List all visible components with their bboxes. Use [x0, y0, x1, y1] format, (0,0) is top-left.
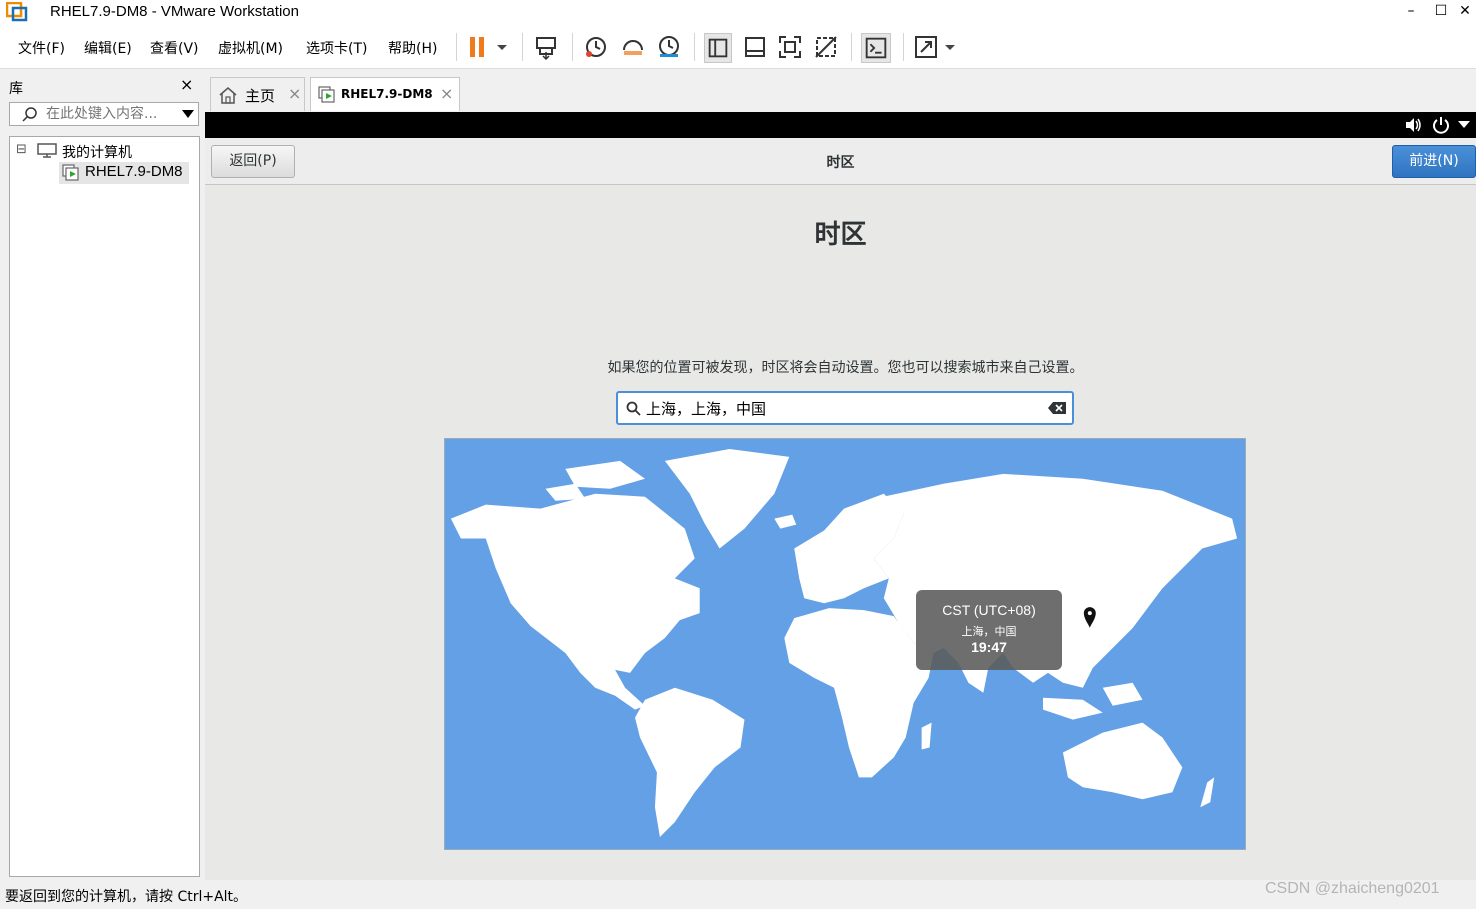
toolbar-separator [522, 33, 523, 61]
tab-vm[interactable]: RHEL7.9-DM8 × [310, 77, 460, 111]
revert-snapshot-icon[interactable] [620, 34, 646, 60]
tab-home-close-icon[interactable]: × [288, 84, 301, 103]
menu-view[interactable]: 查看(V) [150, 38, 199, 58]
toolbar-separator [851, 33, 852, 61]
chevron-down-icon[interactable] [182, 110, 194, 118]
pause-dropdown-icon[interactable] [494, 34, 510, 60]
library-panel: 库 × ⊟ 我的计算机 RHEL7.9-DM8 [0, 72, 203, 880]
header-title: 时区 [826, 155, 855, 171]
library-title: 库 [9, 81, 23, 97]
menu-help[interactable]: 帮助(H) [388, 38, 437, 58]
window-title: RHEL7.9-DM8 - VMware Workstation [50, 3, 299, 20]
menu-toolbar-bar: 文件(F) 编辑(E) 查看(V) 虚拟机(M) 选项卡(T) 帮助(H) [0, 25, 1476, 69]
timezone-tooltip: CST (UTC+08) 上海，中国 19:47 [916, 590, 1062, 670]
volume-icon[interactable] [1404, 117, 1422, 133]
tree-item-vm-label: RHEL7.9-DM8 [85, 163, 183, 180]
vmware-logo-icon [6, 2, 28, 22]
toolbar-separator [572, 33, 573, 61]
library-search-box[interactable] [9, 102, 199, 126]
tab-bar: 主页 × RHEL7.9-DM8 × [205, 72, 1476, 112]
search-icon [626, 401, 641, 416]
pause-icon[interactable] [466, 34, 492, 60]
menu-file[interactable]: 文件(F) [18, 38, 65, 58]
stretch-dropdown-icon[interactable] [942, 34, 958, 60]
status-bar: 要返回到您的计算机，请按 Ctrl+Alt。 CSDN @zhaicheng02… [0, 880, 1476, 909]
tooltip-time: 19:47 [971, 639, 1007, 655]
world-map[interactable] [444, 438, 1246, 850]
tab-home-label: 主页 [245, 87, 276, 105]
unity-icon[interactable] [813, 34, 839, 60]
library-close-button[interactable]: × [180, 75, 193, 94]
tree-item-vm-selected[interactable]: RHEL7.9-DM8 [59, 162, 189, 184]
page-title: 时区 [814, 220, 867, 250]
vm-running-icon [318, 86, 335, 103]
title-bar: RHEL7.9-DM8 - VMware Workstation – ☐ ✕ [0, 0, 1476, 25]
toolbar-separator [903, 33, 904, 61]
library-search-input[interactable] [46, 105, 172, 123]
close-window-button[interactable]: ✕ [1450, 0, 1476, 25]
console-icon[interactable] [861, 33, 891, 63]
tab-vm-close-icon[interactable]: × [440, 84, 453, 103]
snapshot-manager-icon[interactable] [656, 34, 682, 60]
search-icon [22, 107, 37, 122]
tree-expander-icon[interactable]: ⊟ [16, 142, 27, 157]
vm-screen: 返回(P) 时区 前进(N) 时区 如果您的位置可被发现，时区将会自动设置。您也… [205, 138, 1476, 880]
send-keys-icon[interactable] [533, 34, 559, 60]
library-tree: ⊟ 我的计算机 RHEL7.9-DM8 [9, 136, 200, 877]
chevron-down-icon[interactable] [1458, 121, 1470, 129]
next-button[interactable]: 前进(N) [1392, 145, 1476, 178]
tooltip-city: 上海，中国 [961, 625, 1017, 638]
library-view-icon[interactable] [704, 33, 732, 63]
toolbar-separator [456, 33, 457, 61]
home-icon [219, 87, 237, 104]
vm-guest-topbar [205, 112, 1476, 138]
tooltip-zone: CST (UTC+08) [942, 602, 1036, 618]
computer-icon [37, 143, 57, 158]
tab-home[interactable]: 主页 × [210, 77, 305, 111]
menu-edit[interactable]: 编辑(E) [84, 38, 132, 58]
installer-header: 返回(P) 时区 前进(N) [205, 138, 1476, 185]
fullscreen-icon[interactable] [777, 34, 803, 60]
toolbar-separator [694, 33, 695, 61]
power-icon[interactable] [1432, 116, 1450, 134]
snapshot-icon[interactable] [583, 34, 609, 60]
vm-running-icon [62, 164, 79, 181]
status-text: 要返回到您的计算机，请按 Ctrl+Alt。 [5, 889, 248, 905]
menu-vm[interactable]: 虚拟机(M) [218, 38, 283, 58]
timezone-hint: 如果您的位置可被发现，时区将会自动设置。您也可以搜索城市来自己设置。 [607, 360, 1084, 376]
thumbnail-view-icon[interactable] [742, 34, 768, 60]
timezone-search-box[interactable] [616, 391, 1074, 425]
tab-vm-label: RHEL7.9-DM8 [341, 87, 433, 101]
menu-tabs[interactable]: 选项卡(T) [306, 38, 367, 58]
tree-item-my-computer[interactable]: 我的计算机 [62, 142, 132, 162]
stretch-icon[interactable] [913, 34, 939, 60]
watermark-text: CSDN @zhaicheng0201 [1265, 880, 1440, 897]
clear-text-icon[interactable] [1048, 402, 1066, 414]
timezone-search-input[interactable] [646, 398, 1026, 418]
minimize-button[interactable]: – [1396, 0, 1426, 25]
